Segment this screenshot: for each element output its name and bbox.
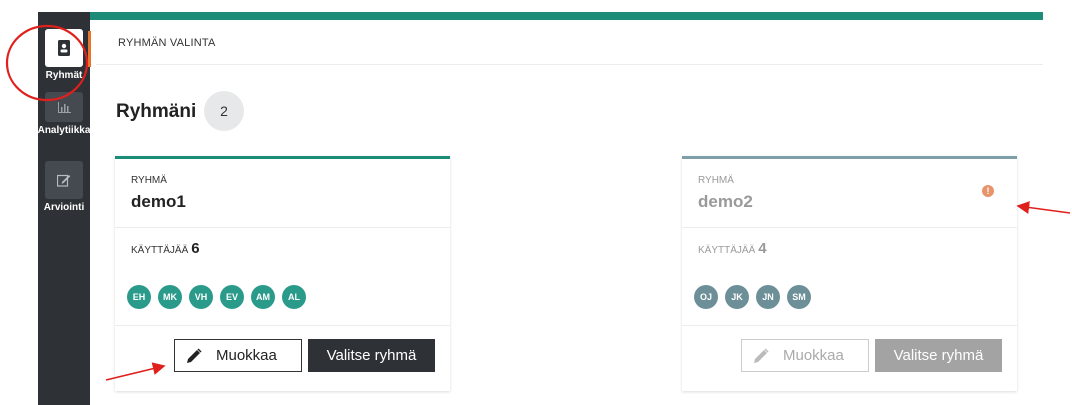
pointer-arrow xyxy=(1016,201,1071,214)
highlight-circle xyxy=(5,24,89,102)
pointer-arrow xyxy=(105,362,166,381)
annotation-overlay xyxy=(5,24,1071,381)
